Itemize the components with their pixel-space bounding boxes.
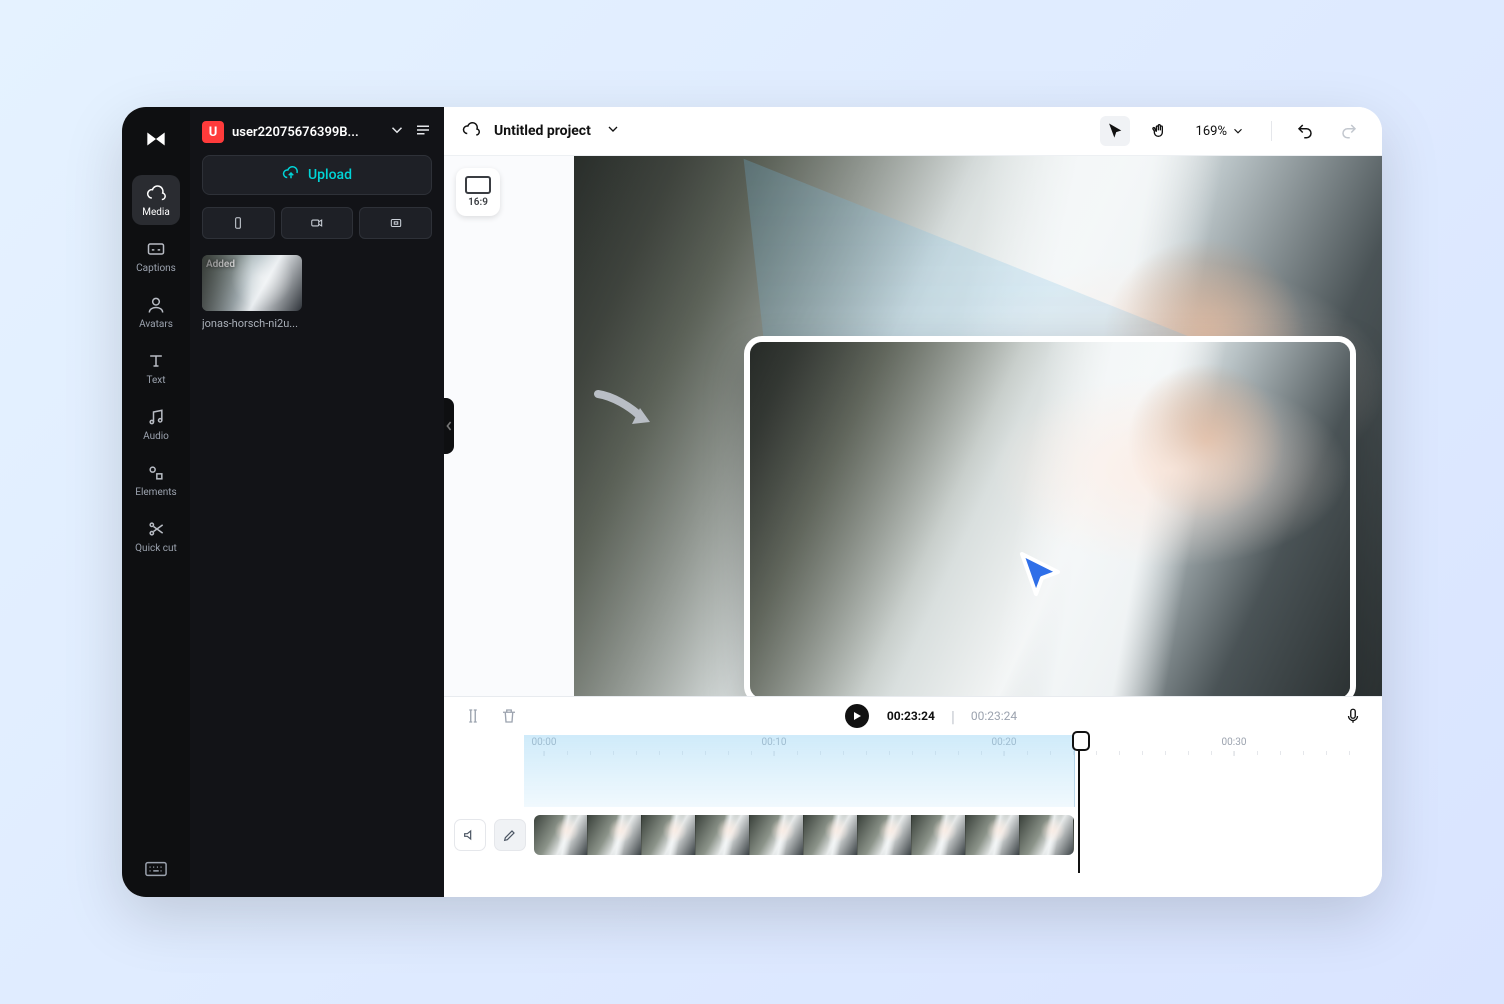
playhead-line bbox=[1078, 733, 1080, 873]
drag-arrow-icon bbox=[592, 388, 662, 434]
track-controls bbox=[454, 819, 526, 851]
total-time: 00:23:24 bbox=[971, 709, 1017, 723]
app-logo-icon[interactable] bbox=[142, 125, 170, 153]
redo-button[interactable] bbox=[1334, 116, 1364, 146]
device-screen-button[interactable] bbox=[359, 207, 432, 239]
nav-label: Text bbox=[132, 375, 180, 387]
nav-text[interactable]: Text bbox=[132, 343, 180, 393]
nav-label: Avatars bbox=[132, 319, 180, 331]
undo-button[interactable] bbox=[1290, 116, 1320, 146]
chevron-down-icon bbox=[1231, 124, 1245, 138]
nav-label: Audio bbox=[132, 431, 180, 443]
nav-label: Quick cut bbox=[132, 543, 180, 555]
divider bbox=[1271, 121, 1272, 141]
pointer-tool[interactable] bbox=[1100, 116, 1130, 146]
collapse-sidebar-handle[interactable] bbox=[444, 398, 454, 454]
voiceover-button[interactable] bbox=[1340, 703, 1366, 729]
user-name: user22075676399B... bbox=[232, 125, 380, 140]
nav-avatars[interactable]: Avatars bbox=[132, 287, 180, 337]
upload-button[interactable]: Upload bbox=[202, 155, 432, 195]
music-icon bbox=[132, 407, 180, 427]
timeline-toolbar: 00:23:24 | 00:23:24 bbox=[444, 697, 1382, 735]
edit-track-button[interactable] bbox=[494, 819, 526, 851]
zoom-value: 169% bbox=[1196, 124, 1227, 139]
menu-icon[interactable] bbox=[414, 121, 432, 143]
account-row[interactable]: U user22075676399B... bbox=[202, 121, 432, 143]
playhead-handle[interactable] bbox=[1072, 731, 1090, 751]
timeline-panel: 00:23:24 | 00:23:24 00:00 00:10 00:20 00… bbox=[444, 696, 1382, 897]
play-button[interactable] bbox=[845, 704, 869, 728]
asset-filename: jonas-horsch-ni2u... bbox=[202, 317, 302, 330]
pointer-cursor-icon bbox=[1014, 548, 1066, 600]
delete-button[interactable] bbox=[496, 703, 522, 729]
avatar-icon bbox=[132, 295, 180, 315]
current-time: 00:23:24 bbox=[887, 709, 935, 723]
scissors-icon bbox=[132, 519, 180, 539]
preview-canvas[interactable]: 16:9 bbox=[444, 156, 1382, 696]
cloud-sync-icon[interactable] bbox=[462, 120, 480, 142]
drop-highlight bbox=[524, 735, 1075, 807]
preview-image bbox=[750, 342, 1350, 696]
asset-thumbnail[interactable]: Added bbox=[202, 255, 302, 311]
captions-icon bbox=[132, 239, 180, 259]
keyboard-button[interactable] bbox=[132, 853, 180, 885]
shapes-icon bbox=[132, 463, 180, 483]
aspect-ratio-button[interactable]: 16:9 bbox=[456, 168, 500, 216]
app-frame: Media Captions Avatars Text Audio Elemen… bbox=[122, 107, 1382, 897]
project-title[interactable]: Untitled project bbox=[494, 123, 591, 139]
mute-track-button[interactable] bbox=[454, 819, 486, 851]
media-sidebar: U user22075676399B... Upload Added jonas… bbox=[190, 107, 444, 897]
nav-label: Media bbox=[132, 207, 180, 219]
split-button[interactable] bbox=[460, 703, 486, 729]
chevron-down-icon[interactable] bbox=[388, 121, 406, 143]
nav-elements[interactable]: Elements bbox=[132, 455, 180, 505]
cloud-upload-icon bbox=[282, 164, 300, 186]
ruler-tick: 00:30 bbox=[1222, 737, 1247, 748]
video-clip[interactable] bbox=[534, 815, 1074, 855]
chevron-down-icon[interactable] bbox=[605, 121, 621, 141]
nav-quick-cut[interactable]: Quick cut bbox=[132, 511, 180, 561]
cloud-icon bbox=[132, 183, 180, 203]
user-avatar: U bbox=[202, 121, 224, 143]
media-asset[interactable]: Added jonas-horsch-ni2u... bbox=[202, 255, 302, 330]
nav-label: Elements bbox=[132, 487, 180, 499]
time-separator: | bbox=[951, 707, 955, 726]
main-area: Untitled project 169% 16:9 bbox=[444, 107, 1382, 897]
playhead[interactable] bbox=[1078, 733, 1080, 873]
upload-label: Upload bbox=[308, 167, 352, 183]
nav-audio[interactable]: Audio bbox=[132, 399, 180, 449]
nav-label: Captions bbox=[132, 263, 180, 275]
device-phone-button[interactable] bbox=[202, 207, 275, 239]
device-filter-row bbox=[202, 207, 432, 239]
device-camera-button[interactable] bbox=[281, 207, 354, 239]
zoom-dropdown[interactable]: 169% bbox=[1196, 124, 1245, 139]
nav-rail: Media Captions Avatars Text Audio Elemen… bbox=[122, 107, 190, 897]
hand-tool[interactable] bbox=[1144, 116, 1174, 146]
nav-media[interactable]: Media bbox=[132, 175, 180, 225]
ratio-label: 16:9 bbox=[468, 197, 488, 208]
text-icon bbox=[132, 351, 180, 371]
media-asset-grid: Added jonas-horsch-ni2u... bbox=[202, 251, 432, 330]
topbar: Untitled project 169% bbox=[444, 107, 1382, 156]
asset-added-badge: Added bbox=[206, 259, 235, 270]
nav-captions[interactable]: Captions bbox=[132, 231, 180, 281]
tracks-area[interactable] bbox=[444, 757, 1382, 897]
ratio-rect-icon bbox=[465, 176, 491, 194]
drag-preview-card bbox=[744, 336, 1356, 696]
